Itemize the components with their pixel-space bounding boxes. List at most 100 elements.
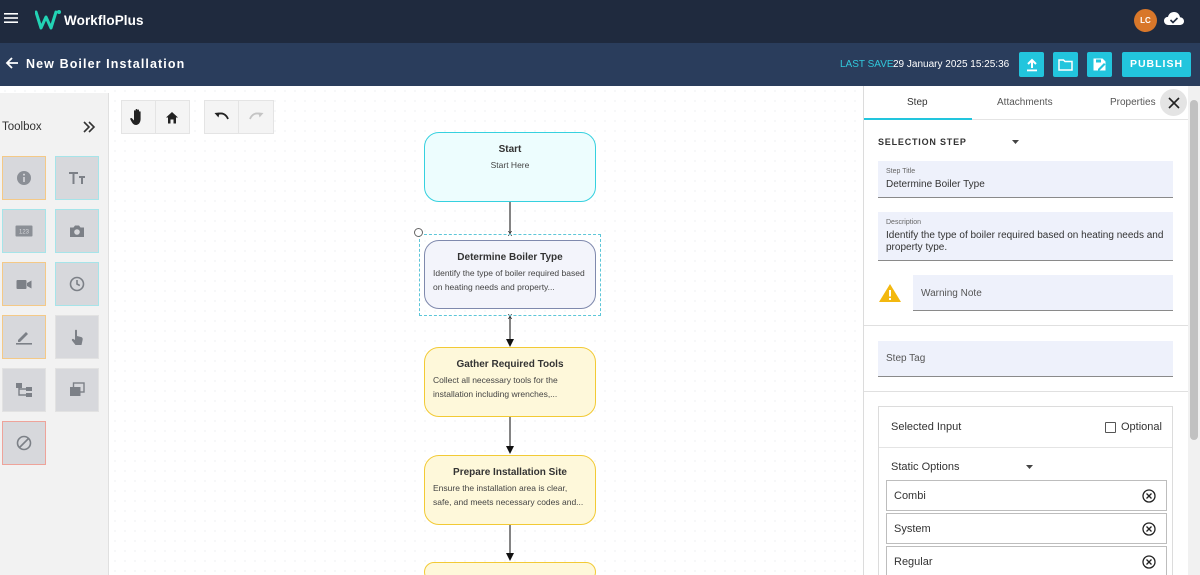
flow-node[interactable]: Prepare Installation Site Ensure the ins… [424,455,596,525]
step-type-select[interactable]: SELECTION STEP [878,137,967,147]
video-icon [16,279,32,289]
cloud-sync-icon[interactable] [1163,10,1185,28]
flow-node-partial[interactable] [424,562,596,575]
section-divider [864,391,1189,392]
workfloplus-logo-icon[interactable] [35,9,61,31]
chevron-down-icon[interactable] [1026,465,1033,469]
option-label: Combi [894,490,926,502]
selected-input-label: Selected Input [891,421,962,433]
publish-button[interactable]: PUBLISH [1122,52,1191,77]
tab-step[interactable]: Step [907,97,928,108]
option-item[interactable]: Combi [886,480,1167,511]
folder-icon [1058,59,1073,71]
flow-node[interactable]: Gather Required Tools Collect all necess… [424,347,596,417]
node-title: Start [498,144,522,155]
section-divider [864,325,1189,326]
svg-text:123: 123 [19,230,30,236]
tool-time[interactable] [55,262,99,306]
tool-signature[interactable] [2,315,46,359]
number-icon: 123 [15,225,33,237]
warning-icon [879,284,901,302]
close-icon [1167,96,1180,109]
tool-block[interactable] [2,421,46,465]
info-icon [17,171,31,185]
undo-icon [214,112,229,120]
node-title: Determine Boiler Type [457,252,563,263]
tool-video[interactable] [2,262,46,306]
upload-icon [1026,58,1037,71]
hand-icon [130,109,141,125]
remove-option-icon[interactable] [1142,555,1156,569]
description-field[interactable]: Description Identify the type of boiler … [878,212,1173,261]
option-label: System [894,523,931,535]
flow-node-selected[interactable]: Determine Boiler Type Identify the type … [424,240,596,309]
field-value: Determine Boiler Type [886,179,985,190]
option-item[interactable]: Regular [886,546,1167,575]
hamburger-menu-icon[interactable] [4,11,18,25]
last-save-timestamp: 29 January 2025 15:25:36 [893,59,1010,70]
selection-handle-icon[interactable] [414,228,423,237]
home-icon [166,111,179,123]
gallery-icon [70,382,85,396]
flow-node-start[interactable]: Start Start Here [424,132,596,202]
tool-camera[interactable] [55,209,99,253]
optional-label[interactable]: Optional [1121,421,1162,433]
undo-button[interactable] [205,101,239,133]
toolbox-title: Toolbox [2,121,42,133]
open-folder-button[interactable] [1053,52,1078,77]
tool-touch[interactable] [55,315,99,359]
last-save-label: LAST SAVE [840,59,894,70]
step-title-field[interactable]: Step Title Determine Boiler Type [878,161,1173,198]
node-description: Identify the type of boiler required bas… [433,268,585,292]
user-avatar[interactable]: LC [1134,9,1157,32]
redo-button[interactable] [239,101,273,133]
camera-icon [70,225,84,237]
tool-number[interactable]: 123 [2,209,46,253]
clock-icon [69,276,85,292]
optional-checkbox[interactable] [1105,422,1116,433]
close-panel-button[interactable] [1160,89,1187,116]
node-description: Start Here [490,160,530,170]
field-label: Description [886,219,922,226]
row-divider [879,447,1172,448]
text-icon [69,172,85,184]
tab-attachments[interactable]: Attachments [997,97,1053,108]
tool-info[interactable] [2,156,46,200]
pan-tool-button[interactable] [122,101,156,133]
collapse-toolbox-icon[interactable] [82,121,96,133]
canvas-nav-controls [121,100,190,134]
remove-option-icon[interactable] [1142,489,1156,503]
node-description: Collect all necessary tools for the inst… [433,375,558,399]
node-description: Ensure the installation area is clear, s… [433,483,584,507]
static-options-select[interactable]: Static Options [891,461,959,473]
block-icon [16,435,32,451]
panel-tabs: Step Attachments Properties [864,86,1200,120]
tool-gallery[interactable] [55,368,99,412]
panel-scrollbar[interactable] [1188,86,1200,575]
tab-properties[interactable]: Properties [1110,97,1156,108]
top-nav-bar: WorkfloPlus LC [0,0,1200,43]
home-button[interactable] [156,101,190,133]
chevron-down-icon[interactable] [1012,140,1019,144]
brand-name: WorkfloPlus [64,13,144,28]
node-title: Gather Required Tools [456,359,564,370]
remove-option-icon[interactable] [1142,522,1156,536]
history-controls [204,100,274,134]
warning-note-field[interactable]: Warning Note [913,275,1173,311]
back-arrow-icon[interactable] [5,56,19,70]
editor-header: New Boiler Installation LAST SAVE 29 Jan… [0,43,1200,86]
page-title: New Boiler Installation [26,57,186,71]
signature-icon [16,332,32,345]
redo-icon [248,112,263,120]
option-label: Regular [894,556,933,568]
option-item[interactable]: System [886,513,1167,544]
hierarchy-icon [16,383,32,397]
step-tag-field[interactable]: Step Tag [878,341,1173,377]
tool-text[interactable] [55,156,99,200]
tool-hierarchy[interactable] [2,368,46,412]
upload-button[interactable] [1019,52,1044,77]
node-title: Prepare Installation Site [453,467,567,478]
save-button[interactable] [1087,52,1112,77]
field-placeholder: Step Tag [886,353,926,364]
scrollbar-thumb[interactable] [1190,100,1198,440]
